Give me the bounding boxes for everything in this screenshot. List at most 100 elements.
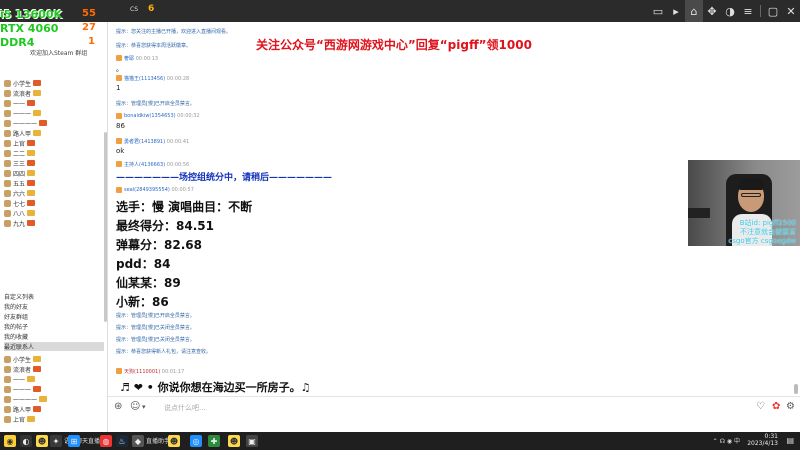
level-badge xyxy=(27,160,36,166)
score-line: pdd：84 xyxy=(116,257,171,271)
glasses xyxy=(741,193,761,197)
list-item[interactable]: 八八 xyxy=(4,208,36,218)
app-icon[interactable]: ◐ xyxy=(20,435,32,447)
message-time: 00:00:56 xyxy=(166,162,190,168)
app-icon[interactable]: ☻ xyxy=(168,435,180,447)
member-name: 四四 xyxy=(13,170,26,178)
list-item[interactable]: 二二 xyxy=(4,148,36,158)
sender-name[interactable]: 勇者君(1413891) xyxy=(124,139,165,145)
list-item[interactable]: 五五 xyxy=(4,178,36,188)
avatar xyxy=(4,89,11,97)
avatar xyxy=(4,99,11,107)
tray-icons[interactable]: ⌃ ☊ ◉ 中 xyxy=(713,436,740,445)
list-item[interactable]: 一一一 xyxy=(4,108,42,118)
list-item[interactable]: 七七 xyxy=(4,198,36,208)
avatar xyxy=(4,119,11,127)
list-item[interactable]: 一一一一 xyxy=(4,118,48,128)
avatar xyxy=(4,129,11,137)
app-icon[interactable]: ✚ xyxy=(208,435,220,447)
gamepad-icon[interactable]: ✥ xyxy=(703,0,721,22)
divider xyxy=(760,5,761,17)
list-item[interactable]: 一一一一 xyxy=(4,394,48,404)
app-icon[interactable]: ☻ xyxy=(228,435,240,447)
list-item[interactable]: 小学生 xyxy=(4,354,42,364)
gift-icon[interactable]: ✿ xyxy=(772,401,780,412)
minimize-icon[interactable]: ▸ xyxy=(667,0,685,22)
message-text: ok xyxy=(116,147,125,155)
app-window: CS 6 ▭ ▸ ⌂ ✥ ◑ ≡ ▢ ✕ i5 13600K 55 RTX 40… xyxy=(0,0,800,432)
heart-icon[interactable]: ♡ xyxy=(756,401,765,412)
title-bar: CS 6 ▭ ▸ ⌂ ✥ ◑ ≡ ▢ ✕ xyxy=(0,0,800,22)
system-line: 提示：您关注的主播已开播，欢迎进入直播间观看。 xyxy=(116,29,232,35)
list-item[interactable]: 四四 xyxy=(4,168,36,178)
avatar xyxy=(4,149,11,157)
browser-icon[interactable]: ◎ xyxy=(190,435,202,447)
steam-icon[interactable]: ♨ xyxy=(116,435,128,447)
browser-icon[interactable]: ◍ xyxy=(100,435,112,447)
avatar xyxy=(4,405,11,413)
group-header[interactable]: 我的收藏 xyxy=(4,332,28,341)
sender-name[interactable]: seal(2849395554) xyxy=(124,187,170,193)
level-badge xyxy=(33,90,42,96)
sidebar-scrollbar[interactable] xyxy=(104,132,107,322)
gamepad-icon[interactable]: ⊛ xyxy=(114,401,122,412)
list-item[interactable]: 上官 xyxy=(4,414,36,424)
cpu-temp: 55 xyxy=(82,8,96,19)
microphone xyxy=(688,208,710,218)
member-name: 一一一一 xyxy=(13,120,38,128)
message-time: 00:00:28 xyxy=(166,76,190,82)
app-icon[interactable]: ◆ xyxy=(132,435,144,447)
level-badge xyxy=(33,110,42,116)
tile-icon[interactable]: ▢ xyxy=(764,0,782,22)
sender-name[interactable]: 猫猫王(1113456) xyxy=(124,76,165,82)
list-item[interactable]: 六六 xyxy=(4,188,36,198)
menu-icon[interactable]: ≡ xyxy=(739,0,757,22)
chevron-down-icon[interactable]: ▾ xyxy=(142,403,146,411)
sender-name[interactable]: 主持人(4136663) xyxy=(124,162,165,168)
member-name: 五五 xyxy=(13,180,26,188)
message-input-bar: ⊛ ☺ ▾ ♡ ✿ ⚙ xyxy=(108,396,800,418)
list-item[interactable]: 上官 xyxy=(4,138,36,148)
list-item[interactable]: 一一 xyxy=(4,374,36,384)
level-badge xyxy=(33,406,42,412)
settings-icon[interactable]: ⚙ xyxy=(786,401,795,412)
sender-name[interactable]: bonaldkiw(1354653) xyxy=(124,113,176,119)
taskbar-label[interactable]: 直播助手 xyxy=(146,436,170,445)
close-icon[interactable]: ✕ xyxy=(782,0,800,22)
message-text: 。 xyxy=(116,65,123,73)
avatar xyxy=(116,161,122,167)
app-icon[interactable]: ☻ xyxy=(36,435,48,447)
home-icon[interactable]: ⌂ xyxy=(685,0,703,22)
windows-icon[interactable]: ⊞ xyxy=(68,435,80,447)
group-header[interactable]: 我的好友 xyxy=(4,302,28,311)
avatar xyxy=(4,199,11,207)
list-item[interactable]: 一一一 xyxy=(4,384,42,394)
chat-scrollbar[interactable] xyxy=(794,384,798,394)
app-icon[interactable]: ✦ xyxy=(50,435,62,447)
screen-icon[interactable]: ▭ xyxy=(649,0,667,22)
list-item[interactable]: 三三 xyxy=(4,158,36,168)
group-header[interactable]: 好友群组 xyxy=(4,312,28,321)
list-item[interactable]: 路人甲 xyxy=(4,404,42,414)
group-header[interactable]: 我的帖子 xyxy=(4,322,28,331)
list-item[interactable]: 小学生 xyxy=(4,78,42,88)
message-input[interactable] xyxy=(164,402,724,414)
message-header: 猫猫王(1113456) 00:00:28 xyxy=(124,75,189,82)
theme-icon[interactable]: ◑ xyxy=(721,0,739,22)
member-name: 八八 xyxy=(13,210,26,218)
list-item[interactable]: 路人甲 xyxy=(4,128,42,138)
group-header[interactable]: 自定义列表 xyxy=(4,292,34,301)
emoji-icon[interactable]: ☺ xyxy=(130,401,140,412)
sender-name[interactable]: 奢耶 xyxy=(124,56,134,62)
list-item[interactable]: 流浪者 xyxy=(4,364,42,374)
clock[interactable]: 0:31 2023/4/13 xyxy=(747,433,778,447)
list-item[interactable]: 流浪者 xyxy=(4,88,42,98)
list-item[interactable]: 一一 xyxy=(4,98,36,108)
sender-name[interactable]: 天狗(1110001) xyxy=(124,369,160,375)
group-header-selected[interactable]: 最近联系人 xyxy=(4,342,104,351)
app-icon[interactable]: ▣ xyxy=(246,435,258,447)
notification-icon[interactable]: ▤ xyxy=(786,436,794,445)
start-icon[interactable]: ◉ xyxy=(4,435,16,447)
list-item[interactable]: 九九 xyxy=(4,218,36,228)
avatar xyxy=(4,209,11,217)
